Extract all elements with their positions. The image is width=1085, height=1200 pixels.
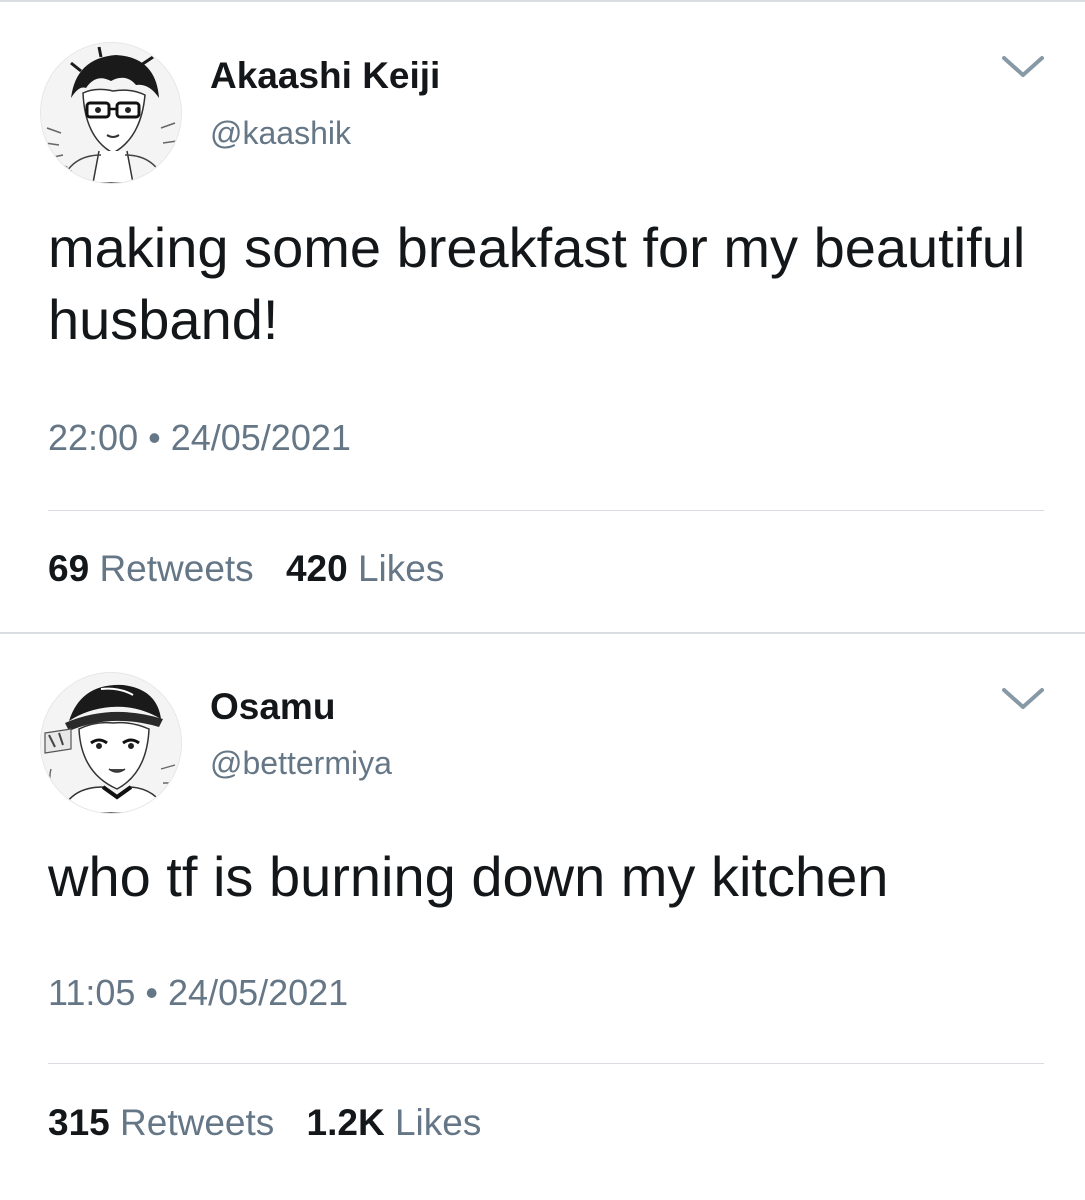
manga-avatar-glasses-icon (41, 43, 181, 183)
display-name[interactable]: Osamu (210, 686, 335, 728)
avatar[interactable] (40, 42, 182, 184)
tweet-date: 24/05/2021 (170, 417, 351, 458)
chevron-down-icon (1002, 688, 1044, 709)
tweet-time: 11:05 (48, 972, 136, 1013)
likes-label[interactable]: Likes (358, 548, 444, 589)
stats-divider (48, 1063, 1044, 1064)
retweets-count[interactable]: 69 (48, 548, 89, 589)
tweet-date: 24/05/2021 (168, 972, 349, 1013)
manga-avatar-cap-icon (41, 673, 181, 813)
tweet-stats: 69 Retweets 420 Likes (48, 548, 444, 590)
tweet-card[interactable]: Akaashi Keiji @kaashik making some break… (0, 0, 1085, 632)
tweet-timestamp[interactable]: 22:00 • 24/05/2021 (48, 417, 351, 459)
retweets-count[interactable]: 315 (48, 1102, 110, 1143)
likes-label[interactable]: Likes (395, 1102, 481, 1143)
tweet-stats: 315 Retweets 1.2K Likes (48, 1102, 481, 1144)
display-name[interactable]: Akaashi Keiji (210, 55, 440, 97)
stats-divider (48, 510, 1044, 511)
retweets-label[interactable]: Retweets (120, 1102, 274, 1143)
tweet-text: making some breakfast for my beautiful h… (48, 216, 1026, 351)
user-handle[interactable]: @bettermiya (210, 745, 392, 782)
tweet-timestamp[interactable]: 11:05 • 24/05/2021 (48, 972, 348, 1014)
avatar[interactable] (40, 672, 182, 814)
chevron-down-icon (1002, 56, 1044, 77)
tweet-time: 22:00 (48, 417, 139, 458)
retweets-label[interactable]: Retweets (99, 548, 253, 589)
likes-count[interactable]: 1.2K (307, 1102, 385, 1143)
likes-count[interactable]: 420 (286, 548, 348, 589)
user-handle[interactable]: @kaashik (210, 115, 351, 152)
tweet-text: who tf is burning down my kitchen (48, 845, 889, 908)
tweet-menu-button[interactable] (998, 50, 1048, 84)
tweet-card[interactable]: Osamu @bettermiya who tf is burning down… (0, 632, 1085, 1200)
separator-dot: • (145, 972, 159, 1013)
separator-dot: • (148, 417, 161, 458)
tweet-menu-button[interactable] (998, 682, 1048, 716)
